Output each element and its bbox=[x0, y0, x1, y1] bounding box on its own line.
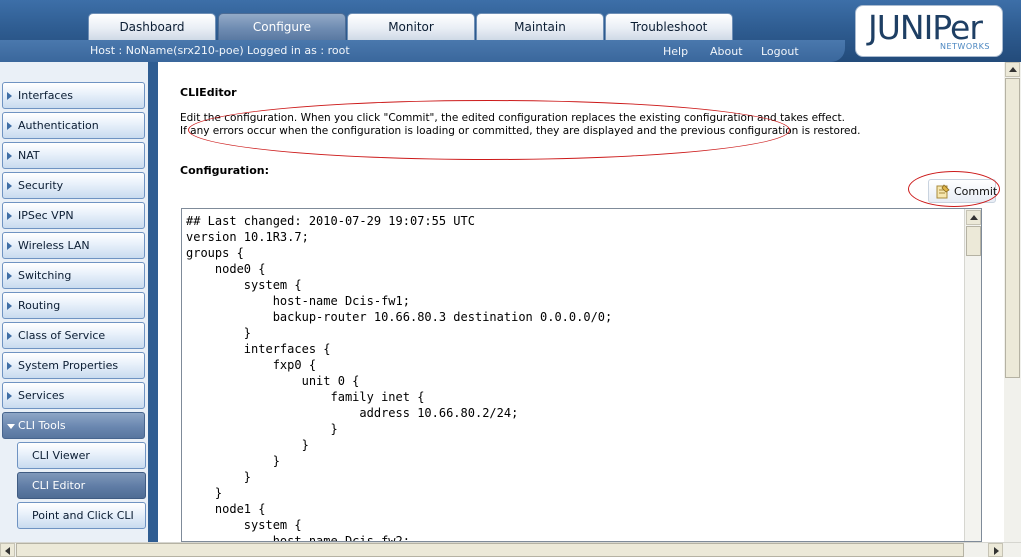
sidebar-subitem-label: Point and Click CLI bbox=[32, 509, 134, 522]
sidebar-item-switching[interactable]: Switching bbox=[2, 262, 145, 289]
sidebar-item-label: System Properties bbox=[18, 359, 119, 372]
expand-arrow-icon bbox=[7, 332, 12, 340]
arrow-up-icon bbox=[970, 215, 978, 220]
page-scroll-right-button[interactable] bbox=[988, 543, 1003, 557]
host-label: Host : NoName(srx210-poe) bbox=[90, 44, 244, 57]
expand-arrow-icon bbox=[7, 212, 12, 220]
sidebar-item-authentication[interactable]: Authentication bbox=[2, 112, 145, 139]
tab-monitor[interactable]: Monitor bbox=[347, 13, 475, 40]
page-scroll-left-button[interactable] bbox=[0, 543, 15, 557]
config-editor-textarea[interactable]: ## Last changed: 2010-07-29 19:07:55 UTC… bbox=[181, 208, 982, 542]
page-vertical-scrollbar[interactable] bbox=[1004, 62, 1021, 542]
sidebar-item-label: CLI Tools bbox=[18, 419, 66, 432]
sidebar-subitem-cli-editor[interactable]: CLI Editor bbox=[17, 472, 146, 499]
sidebar-item-label: NAT bbox=[18, 149, 40, 162]
sidebar-item-system-properties[interactable]: System Properties bbox=[2, 352, 145, 379]
configuration-label: Configuration: bbox=[180, 164, 269, 177]
sidebar-item-label: Class of Service bbox=[18, 329, 106, 342]
sidebar-item-label: Services bbox=[18, 389, 65, 402]
sidebar-item-interfaces[interactable]: Interfaces bbox=[2, 82, 145, 109]
expand-arrow-icon bbox=[7, 122, 12, 130]
sidebar-subitem-point-and-click-cli[interactable]: Point and Click CLI bbox=[17, 502, 146, 529]
sidebar-subitem-label: CLI Editor bbox=[32, 479, 86, 492]
sidebar-item-routing[interactable]: Routing bbox=[2, 292, 145, 319]
logged-in-label: Logged in as : root bbox=[247, 44, 350, 57]
expand-arrow-icon bbox=[7, 242, 12, 250]
sidebar-item-ipsec-vpn[interactable]: IPSec VPN bbox=[2, 202, 145, 229]
sidebar-item-label: Authentication bbox=[18, 119, 99, 132]
sidebar-item-label: Interfaces bbox=[18, 89, 73, 102]
sidebar-subitem-label: CLI Viewer bbox=[32, 449, 90, 462]
sidebar-item-label: IPSec VPN bbox=[18, 209, 74, 222]
expand-arrow-icon bbox=[7, 272, 12, 280]
expand-arrow-icon bbox=[7, 182, 12, 190]
expand-arrow-icon bbox=[7, 152, 12, 160]
sidebar-item-wireless-lan[interactable]: Wireless LAN bbox=[2, 232, 145, 259]
page-title: CLIEditor bbox=[180, 86, 237, 99]
editor-scroll-up-button[interactable] bbox=[966, 210, 981, 225]
about-link[interactable]: About bbox=[710, 45, 743, 58]
editor-scrollbar[interactable] bbox=[964, 209, 981, 541]
sidebar-subitem-cli-viewer[interactable]: CLI Viewer bbox=[17, 442, 146, 469]
sidebar-item-label: Security bbox=[18, 179, 64, 192]
editor-scroll-thumb[interactable] bbox=[966, 226, 981, 256]
page-vertical-scroll-thumb[interactable] bbox=[1005, 78, 1020, 378]
top-header: Dashboard Configure Monitor Maintain Tro… bbox=[0, 0, 1021, 62]
sidebar-item-services[interactable]: Services bbox=[2, 382, 145, 409]
logout-link[interactable]: Logout bbox=[761, 45, 799, 58]
annotation-ellipse-description bbox=[188, 100, 790, 160]
sidebar-item-security[interactable]: Security bbox=[2, 172, 145, 199]
main-content: CLIEditor Edit the configuration. When y… bbox=[158, 62, 1003, 542]
expand-arrow-icon bbox=[7, 392, 12, 400]
sidebar-item-label: Wireless LAN bbox=[18, 239, 90, 252]
logo-subtitle: NETWORKS bbox=[939, 42, 990, 51]
sidebar-item-nat[interactable]: NAT bbox=[2, 142, 145, 169]
arrow-up-icon bbox=[1009, 67, 1017, 72]
page-horizontal-scrollbar[interactable] bbox=[0, 542, 1021, 557]
config-editor-text[interactable]: ## Last changed: 2010-07-29 19:07:55 UTC… bbox=[186, 213, 612, 541]
page-horizontal-scroll-thumb[interactable] bbox=[16, 543, 964, 557]
arrow-left-icon bbox=[5, 547, 10, 555]
annotation-ellipse-commit bbox=[908, 171, 1000, 207]
sidebar-item-label: Routing bbox=[18, 299, 61, 312]
sidebar-item-cli-tools[interactable]: CLI Tools bbox=[2, 412, 145, 439]
page-scroll-up-button[interactable] bbox=[1005, 62, 1020, 77]
sidebar-item-label: Switching bbox=[18, 269, 72, 282]
expand-arrow-icon bbox=[7, 92, 12, 100]
arrow-right-icon bbox=[994, 547, 999, 555]
tab-troubleshoot[interactable]: Troubleshoot bbox=[605, 13, 733, 40]
sidebar-divider bbox=[148, 62, 158, 542]
tab-configure[interactable]: Configure bbox=[218, 13, 346, 40]
sidebar-item-class-of-service[interactable]: Class of Service bbox=[2, 322, 145, 349]
help-link[interactable]: Help bbox=[663, 45, 688, 58]
expand-arrow-icon bbox=[7, 302, 12, 310]
tab-maintain[interactable]: Maintain bbox=[476, 13, 604, 40]
collapse-arrow-icon bbox=[7, 424, 15, 429]
juniper-logo: JUNIPer NETWORKS bbox=[855, 5, 1003, 57]
expand-arrow-icon bbox=[7, 362, 12, 370]
tab-dashboard[interactable]: Dashboard bbox=[88, 13, 216, 40]
